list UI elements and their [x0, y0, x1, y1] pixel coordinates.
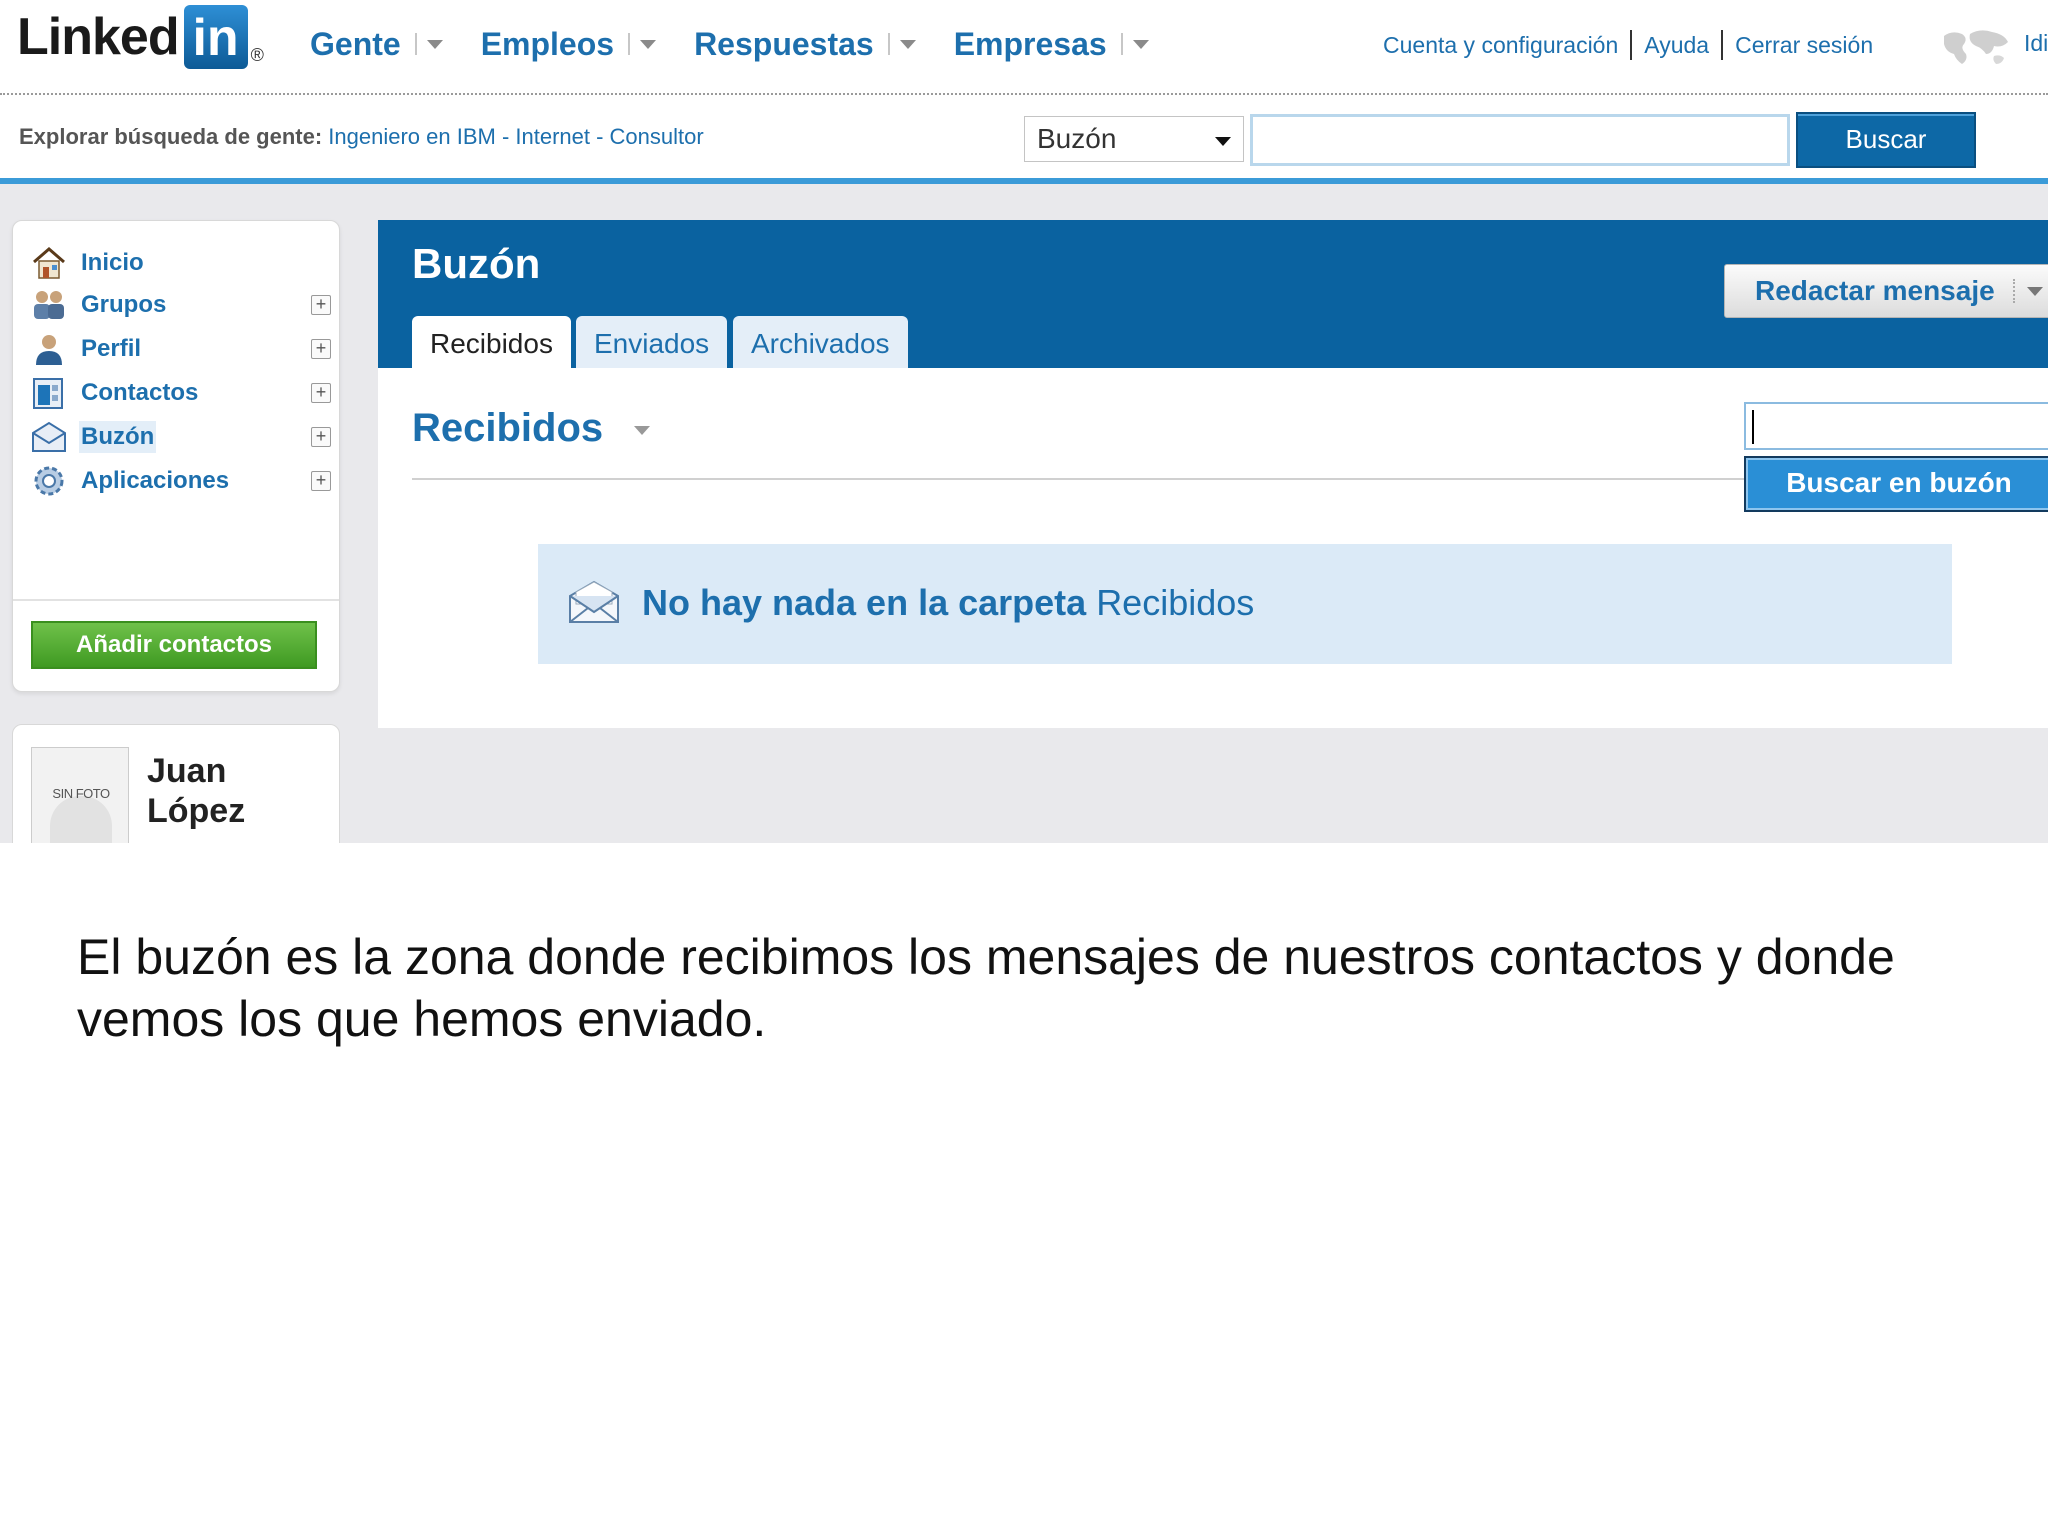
no-photo-label: SIN FOTO	[52, 786, 110, 801]
inbox-icon	[32, 421, 66, 452]
nav-item-empleos[interactable]: Empleos	[481, 26, 657, 63]
search-row: Explorar búsqueda de gente: Ingeniero en…	[0, 96, 2048, 184]
empty-folder-name: Recibidos	[1096, 582, 1255, 623]
logout-link[interactable]: Cerrar sesión	[1735, 32, 1873, 59]
profile-last-name: López	[147, 792, 246, 830]
tab-archivados[interactable]: Archivados	[733, 316, 908, 368]
nav-item-respuestas[interactable]: Respuestas	[694, 26, 916, 63]
page-title: Buzón	[412, 240, 541, 287]
link-separator	[1630, 30, 1633, 60]
sidebar-nav: Inicio Grupos + Perfil + Contactos + Buz…	[12, 220, 340, 692]
sidebar-item-contactos[interactable]: Contactos +	[31, 371, 331, 415]
expand-icon[interactable]: +	[311, 471, 331, 491]
search-button[interactable]: Buscar	[1796, 112, 1976, 168]
account-links: Cuenta y configuración Ayuda Cerrar sesi…	[1383, 30, 1873, 60]
compose-label: Redactar mensaje	[1755, 275, 1995, 306]
chevron-down-icon[interactable]	[899, 39, 916, 49]
sidebar-item-label: Inicio	[81, 249, 144, 276]
explore-search: Explorar búsqueda de gente: Ingeniero en…	[19, 124, 704, 150]
applications-icon	[34, 466, 64, 496]
sidebar-divider	[13, 599, 339, 601]
explore-prefix: Explorar búsqueda de gente:	[19, 124, 323, 149]
sidebar-item-label: Aplicaciones	[81, 467, 230, 494]
explore-links[interactable]: Ingeniero en IBM - Internet - Consultor	[328, 124, 703, 149]
nav-item-empresas[interactable]: Empresas	[954, 26, 1149, 63]
avatar-silhouette-icon	[50, 796, 112, 843]
contacts-icon	[33, 378, 63, 409]
nav-separator	[414, 33, 417, 55]
chevron-down-icon[interactable]	[1132, 39, 1149, 49]
profile-first-name: Juan	[147, 752, 227, 790]
chevron-down-icon[interactable]	[634, 426, 650, 435]
inbox-header: Buzón Recibidos Enviados Archivados Reda…	[378, 220, 2048, 368]
slide-caption: El buzón es la zona donde recibimos los …	[77, 929, 1895, 1047]
nav-separator	[887, 33, 890, 55]
envelope-icon	[569, 580, 619, 623]
sidebar-item-label: Grupos	[81, 291, 167, 318]
groups-icon	[34, 291, 64, 319]
search-scope-select[interactable]: Buzón	[1024, 116, 1244, 162]
top-bar: Linked in ® Gente Empleos Respuestas Emp…	[0, 0, 2048, 95]
inbox-search-input[interactable]	[1744, 402, 2048, 450]
profile-card: SIN FOTO Juan López	[12, 724, 340, 843]
logo-box: in	[183, 5, 248, 69]
content-area: Inicio Grupos + Perfil + Contactos + Buz…	[0, 184, 2048, 843]
empty-message-text: No hay nada en la carpeta	[642, 582, 1087, 623]
compose-separator	[2013, 279, 2015, 303]
nav-separator	[628, 33, 631, 55]
chevron-down-icon[interactable]	[640, 39, 657, 49]
main-nav: Gente Empleos Respuestas Empresas	[310, 22, 1187, 66]
tab-enviados[interactable]: Enviados	[576, 316, 728, 368]
section-title[interactable]: Recibidos	[412, 406, 603, 451]
registered-mark: ®	[250, 45, 264, 65]
sidebar-item-label: Buzón	[79, 421, 157, 453]
expand-icon[interactable]: +	[311, 339, 331, 359]
link-separator	[1721, 30, 1724, 60]
expand-icon[interactable]: +	[311, 295, 331, 315]
sidebar-item-buzon[interactable]: Buzón +	[31, 415, 331, 459]
compose-message-button[interactable]: Redactar mensaje	[1724, 264, 2048, 318]
search-scope-value: Buzón	[1037, 123, 1117, 154]
section-divider	[412, 478, 1772, 480]
nav-label[interactable]: Gente	[310, 26, 401, 63]
tab-recibidos[interactable]: Recibidos	[412, 316, 571, 368]
help-link[interactable]: Ayuda	[1644, 32, 1709, 59]
sidebar-item-label: Perfil	[81, 335, 142, 362]
chevron-down-icon[interactable]	[2027, 287, 2043, 296]
globe-icon[interactable]	[1940, 26, 2012, 70]
search-input[interactable]	[1250, 114, 1790, 166]
chevron-down-icon[interactable]	[426, 39, 443, 49]
empty-message: No hay nada en la carpeta Recibidos	[642, 582, 1254, 624]
expand-icon[interactable]: +	[311, 427, 331, 447]
sidebar-item-inicio[interactable]: Inicio	[31, 241, 331, 285]
nav-label[interactable]: Empleos	[481, 26, 614, 63]
nav-item-gente[interactable]: Gente	[310, 26, 443, 63]
linkedin-screenshot: Linked in ® Gente Empleos Respuestas Emp…	[0, 0, 2048, 843]
add-contacts-button[interactable]: Añadir contactos	[31, 621, 317, 669]
sidebar-item-aplicaciones[interactable]: Aplicaciones +	[31, 459, 331, 503]
inbox-search-button[interactable]: Buscar en buzón	[1744, 456, 2048, 512]
inbox-panel: Buzón Recibidos Enviados Archivados Reda…	[378, 220, 2048, 728]
logo-text: Linked	[17, 8, 180, 66]
header-divider	[0, 93, 2048, 95]
profile-icon	[36, 335, 62, 365]
nav-label[interactable]: Empresas	[954, 26, 1107, 63]
profile-name[interactable]: Juan López	[147, 751, 245, 831]
language-link[interactable]: Idi	[2024, 30, 2048, 57]
text-cursor	[1752, 410, 1754, 444]
avatar[interactable]: SIN FOTO	[31, 747, 129, 843]
account-settings-link[interactable]: Cuenta y configuración	[1383, 32, 1618, 59]
expand-icon[interactable]: +	[311, 383, 331, 403]
nav-separator	[1120, 33, 1123, 55]
home-icon	[33, 247, 65, 279]
sidebar-item-perfil[interactable]: Perfil +	[31, 327, 331, 371]
linkedin-logo[interactable]: Linked in ®	[17, 5, 264, 73]
sidebar-item-label: Contactos	[81, 379, 199, 406]
chevron-down-icon	[1215, 137, 1231, 146]
empty-folder-notice: No hay nada en la carpeta Recibidos	[538, 544, 1952, 664]
sidebar-item-grupos[interactable]: Grupos +	[31, 283, 331, 327]
nav-label[interactable]: Respuestas	[694, 26, 874, 63]
